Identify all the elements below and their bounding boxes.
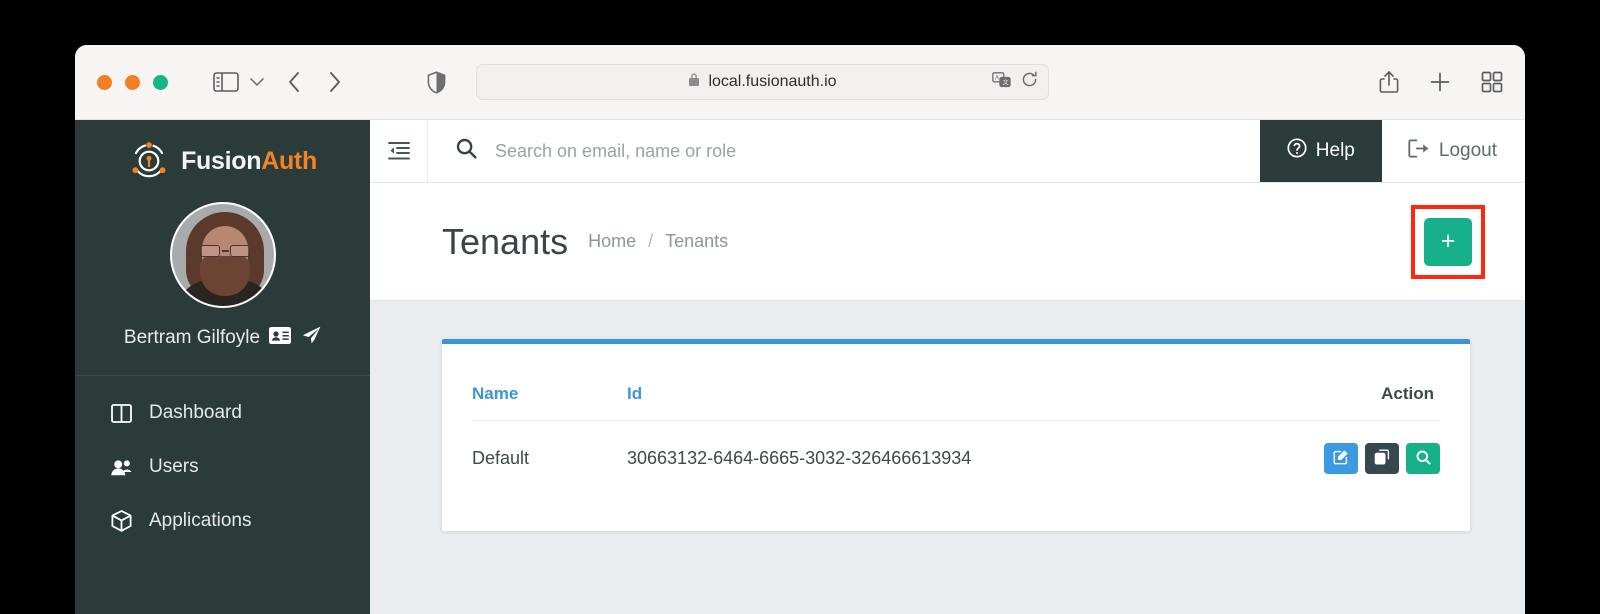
app-sidebar: FusionAuth Bertram Gilfoyle Dashboard Us…: [75, 120, 370, 614]
brand-name-first: Fusion: [181, 146, 262, 175]
browser-toolbar: local.fusionauth.io A 文: [75, 45, 1525, 120]
sign-out-icon: [1408, 139, 1429, 164]
table-head: Name Id Action: [472, 384, 1440, 421]
logout-button[interactable]: Logout: [1382, 120, 1525, 182]
tenants-card: Name Id Action Default 30663132-6464-666…: [442, 339, 1470, 531]
indent-left-icon[interactable]: [370, 120, 428, 182]
address-bar[interactable]: local.fusionauth.io A 文: [476, 64, 1049, 100]
column-header-action: Action: [1381, 384, 1434, 403]
tab-overview-icon[interactable]: [1481, 71, 1503, 93]
users-icon: [110, 458, 132, 477]
profile-name: Bertram Gilfoyle: [123, 327, 261, 348]
edit-icon: [1333, 449, 1349, 468]
search-icon: [1416, 450, 1431, 468]
user-profile: Bertram Gilfoyle: [75, 190, 370, 350]
navigation-arrows: [287, 71, 342, 93]
share-icon[interactable]: [1379, 70, 1399, 94]
sidebar-item-applications[interactable]: Applications: [75, 494, 370, 548]
row-action-group: [1324, 443, 1440, 474]
search-input[interactable]: [495, 140, 1260, 162]
close-window-button[interactable]: [97, 74, 112, 90]
avatar[interactable]: [169, 202, 276, 308]
minimize-window-button[interactable]: [125, 74, 140, 90]
translate-icon[interactable]: A 文: [992, 71, 1011, 93]
logout-label: Logout: [1438, 140, 1497, 161]
plus-icon[interactable]: [1429, 71, 1451, 93]
brand-name: FusionAuth: [181, 147, 317, 176]
chevron-left-icon[interactable]: [287, 71, 301, 93]
breadcrumb-separator: /: [648, 231, 654, 251]
help-button[interactable]: Help: [1259, 120, 1382, 182]
sidebar-item-label: Users: [149, 456, 199, 477]
sidebar-item-dashboard[interactable]: Dashboard: [75, 386, 370, 440]
page-content: Name Id Action Default 30663132-6464-666…: [370, 301, 1525, 531]
maximize-window-button[interactable]: [153, 74, 168, 90]
chevron-down-icon[interactable]: [249, 77, 265, 87]
add-tenant-highlight: +: [1411, 204, 1485, 279]
search-icon: [456, 138, 477, 164]
cell-tenant-id: 30663132-6464-6665-3032-326466613934: [627, 420, 1236, 484]
duplicate-tenant-button[interactable]: [1365, 443, 1399, 474]
table-row: Default 30663132-6464-6665-3032-32646661…: [472, 420, 1440, 484]
cell-actions: [1235, 420, 1440, 484]
main-content: Help Logout Tenants Home: [370, 120, 1525, 614]
help-label: Help: [1315, 140, 1355, 161]
column-header-name[interactable]: Name: [472, 384, 627, 421]
columns-icon: [110, 403, 132, 423]
window-controls: [97, 74, 168, 90]
sidebar-item-users[interactable]: Users: [75, 440, 370, 494]
svg-text:A: A: [995, 75, 999, 81]
cell-tenant-name: Default: [472, 420, 627, 484]
add-tenant-button[interactable]: +: [1424, 217, 1472, 266]
breadcrumb-home[interactable]: Home: [588, 231, 636, 252]
fusionauth-logo-icon: [128, 140, 170, 182]
brand-name-second: Auth: [261, 146, 317, 175]
id-card-icon[interactable]: [269, 326, 292, 350]
cube-icon: [110, 510, 132, 532]
edit-tenant-button[interactable]: [1324, 443, 1358, 474]
sidebar-icon[interactable]: [213, 72, 239, 92]
privacy-shield-icon[interactable]: [427, 70, 446, 94]
column-header-id[interactable]: Id: [627, 384, 1235, 421]
question-circle-icon: [1287, 138, 1307, 164]
breadcrumb-current: Tenants: [665, 231, 729, 251]
app-body: FusionAuth Bertram Gilfoyle Dashboard Us…: [75, 120, 1525, 614]
page-title: Tenants: [442, 220, 569, 262]
toolbar-right-actions: [1379, 70, 1503, 94]
tenants-table: Name Id Action Default 30663132-6464-666…: [472, 384, 1440, 484]
copy-icon: [1374, 449, 1390, 468]
paper-plane-icon[interactable]: [302, 326, 321, 350]
chevron-right-icon[interactable]: [328, 71, 342, 93]
browser-window: local.fusionauth.io A 文 FusionAuth Bertr…: [75, 45, 1525, 614]
url-text: local.fusionauth.io: [708, 73, 837, 90]
table-header-row: Name Id Action: [472, 384, 1440, 421]
page-header: Tenants Home / Tenants +: [370, 183, 1525, 301]
sidebar-item-label: Dashboard: [149, 402, 242, 423]
table-body: Default 30663132-6464-6665-3032-32646661…: [472, 420, 1440, 484]
app-topbar: Help Logout: [370, 120, 1525, 183]
breadcrumb: Home / Tenants: [588, 231, 728, 252]
view-tenant-button[interactable]: [1406, 443, 1440, 474]
profile-name-row: Bertram Gilfoyle: [75, 326, 370, 350]
brand-logo-area[interactable]: FusionAuth: [75, 120, 370, 190]
reload-icon[interactable]: [1021, 71, 1038, 93]
sidebar-nav: Dashboard Users Applications: [75, 376, 370, 548]
lock-icon: [688, 72, 700, 92]
sidebar-item-label: Applications: [149, 510, 252, 531]
svg-text:文: 文: [1003, 78, 1009, 86]
search-area: [428, 120, 1260, 182]
